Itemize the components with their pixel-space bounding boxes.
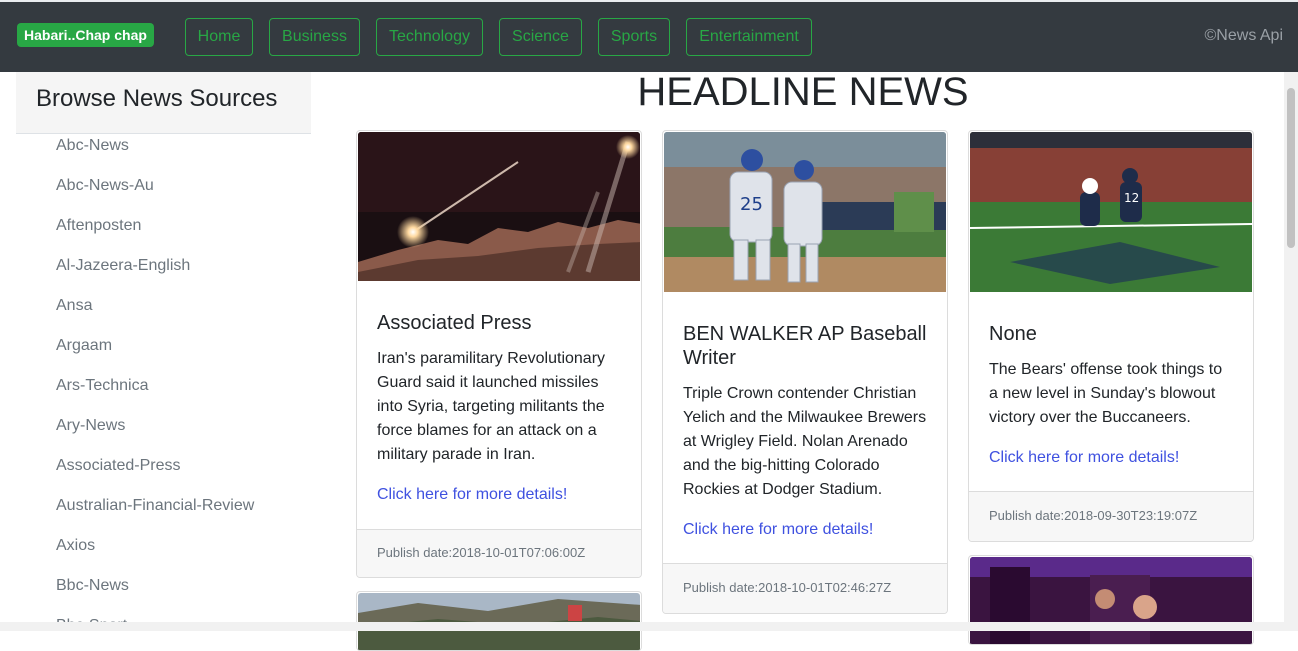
- news-card: Associated Press Iran's paramilitary Rev…: [356, 130, 642, 578]
- brand-logo[interactable]: Habari..Chap chap: [17, 23, 154, 47]
- card-footer: Publish date:2018-10-01T02:46:27Z: [663, 563, 947, 613]
- nav-entertainment-button[interactable]: Entertainment: [686, 18, 812, 56]
- copyright-text: ©News Api: [1204, 27, 1283, 44]
- card-footer: Publish date:2018-10-01T07:06:00Z: [357, 529, 641, 577]
- publish-date: Publish date:2018-10-01T02:46:27Z: [683, 580, 892, 595]
- news-card: 25 BEN WALKER AP Baseball Writer Triple …: [662, 130, 948, 614]
- top-navbar: Habari..Chap chap Home Business Technolo…: [0, 0, 1298, 72]
- news-card: 12 None The Bears' offense took things t…: [968, 130, 1254, 542]
- source-link[interactable]: Australian-Financial-Review: [16, 496, 311, 536]
- publish-date: Publish date:2018-09-30T23:19:07Z: [989, 508, 1198, 523]
- source-link[interactable]: Ary-News: [16, 416, 311, 456]
- nav-sports-button[interactable]: Sports: [598, 18, 670, 56]
- card-details-link[interactable]: Click here for more details!: [377, 483, 623, 507]
- source-link[interactable]: Al-Jazeera-English: [16, 256, 311, 296]
- nav-science-button[interactable]: Science: [499, 18, 582, 56]
- card-description: Iran's paramilitary Revolutionary Guard …: [377, 350, 606, 463]
- source-list: Abc-News Abc-News-Au Aftenposten Al-Jazeera…: [16, 134, 311, 631]
- news-sources-sidebar: Browse News Sources Abc-News Abc-News-Au A…: [16, 72, 311, 631]
- card-footer: Publish date:2018-09-30T23:19:07Z: [969, 491, 1253, 541]
- svg-text:25: 25: [740, 194, 763, 215]
- source-link[interactable]: Abc-News: [16, 136, 311, 176]
- page-title: HEADLINE NEWS: [637, 70, 969, 114]
- source-link[interactable]: Ansa: [16, 296, 311, 336]
- source-link[interactable]: Axios: [16, 536, 311, 576]
- baseball-players-image[interactable]: 25: [664, 132, 946, 292]
- card-details-link[interactable]: Click here for more details!: [989, 446, 1235, 470]
- card-author: Associated Press: [377, 312, 532, 334]
- stage-performance-image[interactable]: [970, 557, 1252, 644]
- nav-technology-button[interactable]: Technology: [376, 18, 483, 56]
- scrollbar-thumb[interactable]: [1287, 88, 1295, 248]
- nav-business-button[interactable]: Business: [269, 18, 360, 56]
- card-description: The Bears' offense took things to a new …: [989, 361, 1223, 426]
- news-card: [356, 591, 642, 651]
- horizontal-scrollbar[interactable]: [0, 622, 1284, 631]
- card-details-link[interactable]: Click here for more details!: [683, 518, 929, 542]
- source-link[interactable]: Associated-Press: [16, 456, 311, 496]
- card-author: BEN WALKER AP Baseball Writer: [683, 323, 927, 369]
- source-link[interactable]: Argaam: [16, 336, 311, 376]
- vertical-scrollbar[interactable]: [1284, 72, 1298, 631]
- source-link[interactable]: Ars-Technica: [16, 376, 311, 416]
- football-game-image[interactable]: 12: [970, 132, 1252, 292]
- source-link[interactable]: Aftenposten: [16, 216, 311, 256]
- publish-date: Publish date:2018-10-01T07:06:00Z: [377, 545, 586, 560]
- source-link[interactable]: Bbc-News: [16, 576, 311, 616]
- svg-text:12: 12: [1124, 191, 1139, 205]
- missiles-night-sky-image[interactable]: [358, 132, 640, 281]
- news-card: [968, 555, 1254, 645]
- nav-home-button[interactable]: Home: [185, 18, 253, 56]
- card-description: Triple Crown contender Christian Yelich …: [683, 385, 927, 498]
- sidebar-title: Browse News Sources: [16, 72, 311, 134]
- card-author: None: [989, 323, 1037, 345]
- source-link[interactable]: Abc-News-Au: [16, 176, 311, 216]
